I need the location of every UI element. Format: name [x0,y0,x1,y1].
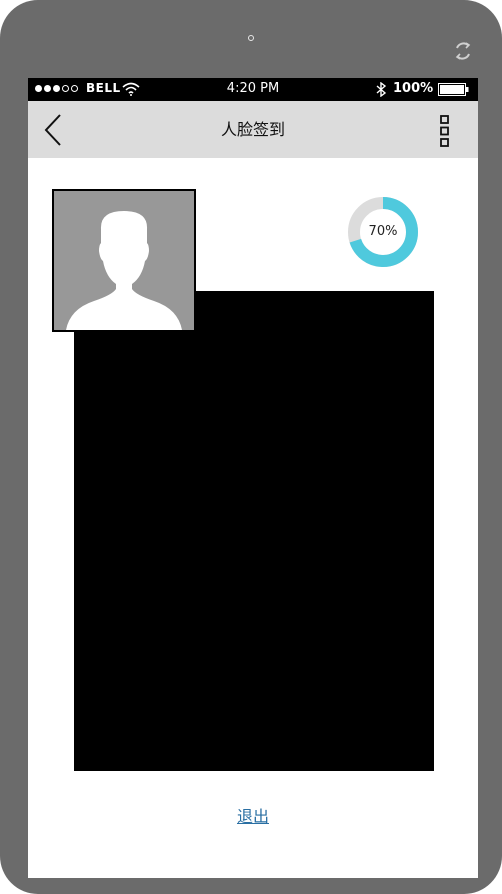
phone-frame: BELL 4:20 PM 100% 人脸签到 70% 退出 [0,0,502,894]
back-chevron-icon[interactable] [40,111,70,149]
rotate-icon[interactable] [452,40,474,62]
user-silhouette-icon [66,211,182,330]
progress-percentage: 70% [368,224,398,239]
logout-link[interactable]: 退出 [28,803,478,827]
avatar [52,189,196,332]
status-bar: BELL 4:20 PM 100% [28,78,478,101]
more-vertical-icon[interactable] [436,114,456,148]
battery-icon [438,83,469,96]
app-screen: BELL 4:20 PM 100% 人脸签到 70% 退出 [28,78,478,878]
page-title: 人脸签到 [220,120,285,139]
front-camera-dot [248,35,254,41]
camera-preview [74,291,434,771]
bluetooth-icon [376,82,387,97]
battery-percentage: 100% [393,81,434,96]
navigation-bar: 人脸签到 [28,101,478,158]
